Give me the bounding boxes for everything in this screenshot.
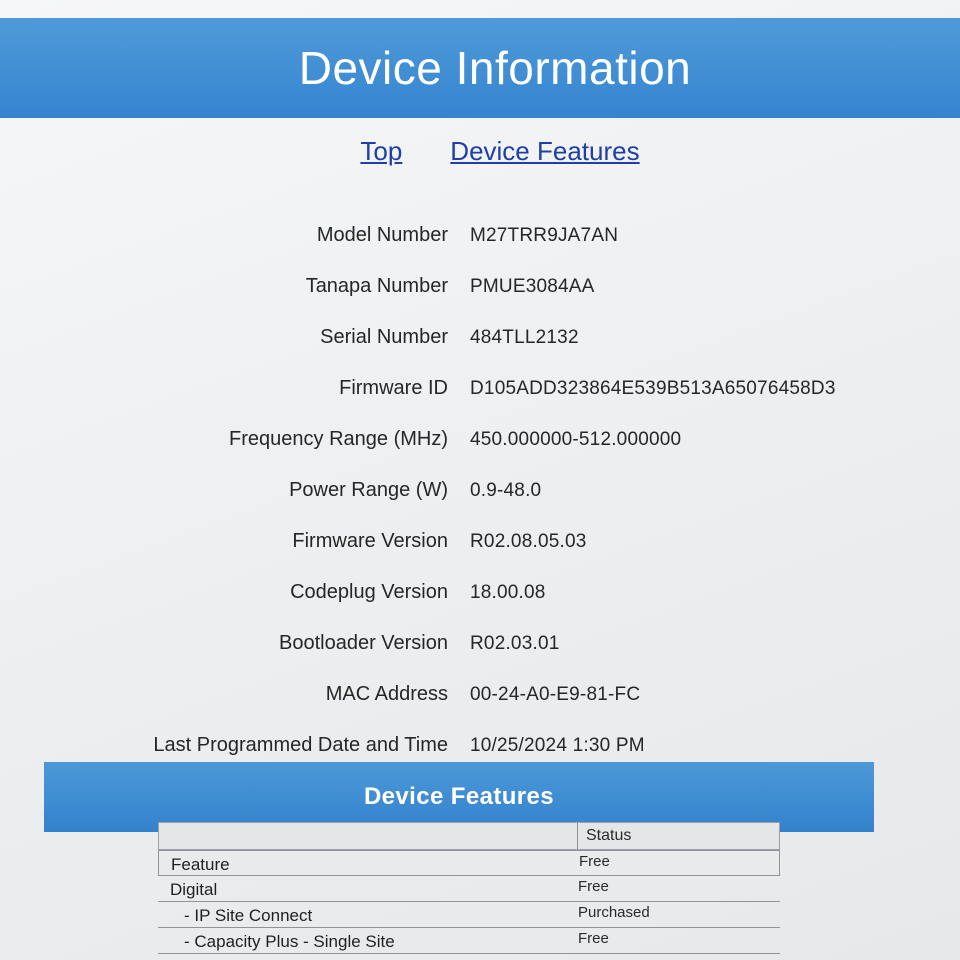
firmware-id-value: D105ADD323864E539B513A65076458D3 [470,377,836,399]
info-row-tanapa-number: Tanapa Number PMUE3084AA [140,261,900,312]
feature-status: Free [578,930,609,947]
model-number-label: Model Number [316,224,448,246]
frequency-range-value: 450.000000-512.000000 [470,428,682,450]
device-info-table: Model Number M27TRR9JA7AN Tanapa Number … [140,210,900,771]
status-header-row: Status [158,822,780,850]
info-row-frequency-range: Frequency Range (MHz) 450.000000-512.000… [140,414,900,465]
device-features-link[interactable]: Device Features [450,136,639,167]
firmware-id-label: Firmware ID [339,377,448,399]
info-row-firmware-version: Firmware Version R02.08.05.03 [140,516,900,567]
serial-number-label: Serial Number [320,326,448,348]
header-bar: Device Information [0,18,960,118]
top-link[interactable]: Top [360,136,402,167]
info-row-model-number: Model Number M27TRR9JA7AN [140,210,900,261]
firmware-version-label: Firmware Version [292,530,448,552]
feature-status: Free [579,853,610,870]
feature-status: Free [578,878,609,895]
table-row: - IP Site Connect Purchased [158,902,780,928]
device-features-table: Status Feature Free Digital Free - IP Si… [158,822,780,954]
last-programmed-label: Last Programmed Date and Time [153,734,448,756]
frequency-range-label: Frequency Range (MHz) [229,428,448,450]
feature-status: Purchased [578,904,650,921]
feature-column-header: Feature [171,855,230,874]
power-range-label: Power Range (W) [289,479,448,501]
bootloader-version-label: Bootloader Version [278,632,448,654]
feature-name: - IP Site Connect [184,906,313,925]
serial-number-value: 484TLL2132 [470,326,579,348]
page-title: Device Information [298,42,692,94]
bootloader-version-value: R02.03.01 [470,632,560,654]
device-info-page: Device Information Top Device Features M… [0,0,960,960]
tanapa-number-label: Tanapa Number [305,275,448,297]
table-row: Digital Free [158,876,780,902]
codeplug-version-label: Codeplug Version [290,581,448,603]
info-row-codeplug-version: Codeplug Version 18.00.08 [140,567,900,618]
info-row-power-range: Power Range (W) 0.9-48.0 [140,465,900,516]
device-features-title: Device Features [363,783,555,810]
info-row-mac-address: MAC Address 00-24-A0-E9-81-FC [140,669,900,720]
firmware-version-value: R02.08.05.03 [470,530,587,552]
power-range-value: 0.9-48.0 [470,479,542,501]
feature-name: - Capacity Plus - Single Site [184,932,395,951]
info-row-serial-number: Serial Number 484TLL2132 [140,312,900,363]
mac-address-label: MAC Address [325,683,448,705]
feature-header-row: Feature Free [158,850,780,876]
info-row-bootloader-version: Bootloader Version R02.03.01 [140,618,900,669]
feature-name: Digital [170,880,218,899]
status-column-header: Status [577,823,631,849]
model-number-value: M27TRR9JA7AN [470,224,619,246]
info-row-firmware-id: Firmware ID D105ADD323864E539B513A650764… [140,363,900,414]
codeplug-version-value: 18.00.08 [470,581,546,603]
nav-links: Top Device Features [0,136,960,167]
tanapa-number-value: PMUE3084AA [470,275,595,297]
mac-address-value: 00-24-A0-E9-81-FC [470,683,641,705]
last-programmed-value: 10/25/2024 1:30 PM [470,734,645,756]
table-row: - Capacity Plus - Single Site Free [158,928,780,954]
